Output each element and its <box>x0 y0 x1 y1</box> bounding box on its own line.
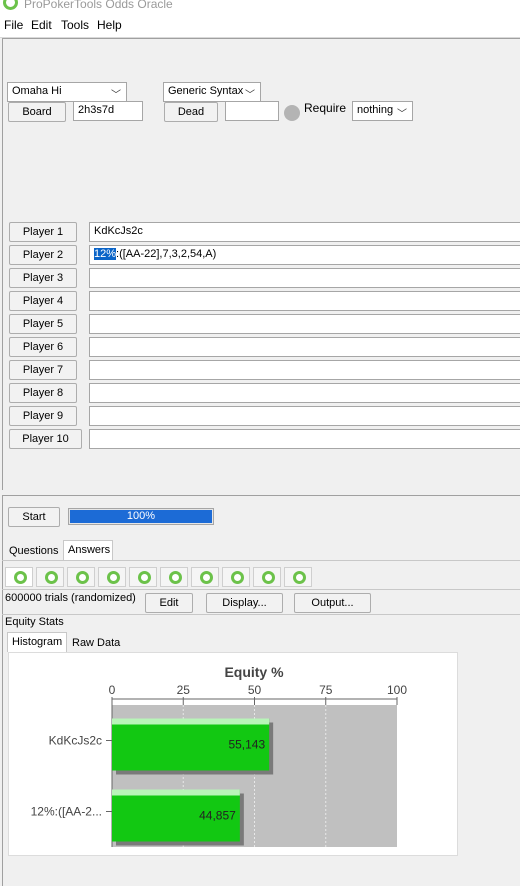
player-1-button[interactable]: Player 1 <box>9 222 77 242</box>
spade-icon <box>76 571 89 584</box>
display-button[interactable]: Display... <box>206 593 283 613</box>
spade-icon <box>138 571 151 584</box>
answer-6-button[interactable] <box>160 567 188 587</box>
category-label: 12%:([AA-2... <box>31 805 102 819</box>
board-button[interactable]: Board <box>8 102 66 122</box>
spade-icon <box>169 571 182 584</box>
player-8-button[interactable]: Player 8 <box>9 383 77 403</box>
spade-icon <box>262 571 275 584</box>
title-bar: ProPokerTools Odds Oracle <box>0 0 520 14</box>
answer-3-button[interactable] <box>67 567 95 587</box>
tab-divider <box>2 560 520 561</box>
answer-10-button[interactable] <box>284 567 312 587</box>
category-label: KdKcJs2c <box>49 734 102 748</box>
player-2-text: :([AA-22],7,3,2,54,A) <box>116 248 217 260</box>
player-2-selected-text: 12% <box>94 248 117 260</box>
output-button[interactable]: Output... <box>294 593 371 613</box>
player-4-button[interactable]: Player 4 <box>9 291 77 311</box>
x-tick-label: 100 <box>387 683 407 697</box>
edit-button[interactable]: Edit <box>145 593 193 613</box>
subtab-raw-data[interactable]: Raw Data <box>68 634 124 654</box>
spade-icon <box>231 571 244 584</box>
x-tick-label: 75 <box>319 683 333 697</box>
bar-highlight <box>112 789 240 796</box>
player-10-input[interactable] <box>89 429 520 449</box>
menu-help[interactable]: Help <box>97 18 122 32</box>
window-title: ProPokerTools Odds Oracle <box>24 0 173 11</box>
player-2-button[interactable]: Player 2 <box>9 245 77 265</box>
menu-file[interactable]: File <box>4 18 23 32</box>
tab-questions[interactable]: Questions <box>5 542 63 562</box>
bar-value-label: 44,857 <box>199 809 236 823</box>
answer-5-button[interactable] <box>129 567 157 587</box>
trials-text: 600000 trials (randomized) <box>5 592 136 604</box>
subtab-histogram[interactable]: Histogram <box>7 632 67 652</box>
equity-stats-label: Equity Stats <box>5 616 64 628</box>
player-6-input[interactable] <box>89 337 520 357</box>
player-7-button[interactable]: Player 7 <box>9 360 77 380</box>
x-tick-label: 25 <box>177 683 191 697</box>
player-5-button[interactable]: Player 5 <box>9 314 77 334</box>
menu-edit[interactable]: Edit <box>31 18 52 32</box>
spade-icon <box>107 571 120 584</box>
dead-input[interactable] <box>225 101 279 121</box>
player-3-input[interactable] <box>89 268 520 288</box>
menu-bar: File Edit Tools Help <box>0 14 520 38</box>
answer-8-button[interactable] <box>222 567 250 587</box>
require-select[interactable]: nothing ﹀ <box>352 101 413 121</box>
require-label: Require <box>304 101 347 115</box>
spade-icon <box>293 571 306 584</box>
player-1-input[interactable]: KdKcJs2c <box>89 222 520 242</box>
app-logo-icon <box>3 0 18 10</box>
player-5-input[interactable] <box>89 314 520 334</box>
results-divider <box>2 614 520 615</box>
chevron-down-icon: ﹀ <box>111 90 121 101</box>
chevron-down-icon: ﹀ <box>397 109 407 120</box>
board-input[interactable]: 2h3s7d <box>73 101 143 121</box>
spade-icon <box>45 571 58 584</box>
player-9-input[interactable] <box>89 406 520 426</box>
progress-text: 100% <box>126 510 156 522</box>
player-6-button[interactable]: Player 6 <box>9 337 77 357</box>
progress-bar: 100% <box>68 508 214 525</box>
x-tick-label: 0 <box>109 683 116 697</box>
answer-4-button[interactable] <box>98 567 126 587</box>
chevron-down-icon: ﹀ <box>245 90 255 101</box>
toolbar-divider <box>2 589 520 590</box>
bar-highlight <box>112 718 270 725</box>
player-8-input[interactable] <box>89 383 520 403</box>
chart-title: Equity % <box>224 664 284 680</box>
answer-9-button[interactable] <box>253 567 281 587</box>
require-toggle[interactable] <box>284 105 300 121</box>
player-4-input[interactable] <box>89 291 520 311</box>
bar-value-label: 55,143 <box>228 738 265 752</box>
player-3-button[interactable]: Player 3 <box>9 268 77 288</box>
equity-chart-area: Equity % 0 25 50 75 100 55,143 KdKcJs2c 44,857 12… <box>8 652 458 856</box>
player-7-input[interactable] <box>89 360 520 380</box>
start-button[interactable]: Start <box>8 507 60 527</box>
dead-button[interactable]: Dead <box>164 102 218 122</box>
require-select-value: nothing <box>357 104 394 116</box>
player-9-button[interactable]: Player 9 <box>9 406 77 426</box>
game-select[interactable]: Omaha Hi ﹀ <box>7 82 127 102</box>
x-tick-label: 50 <box>248 683 262 697</box>
menu-tools[interactable]: Tools <box>61 18 89 32</box>
answer-1-button[interactable] <box>5 567 33 587</box>
answer-7-button[interactable] <box>191 567 219 587</box>
answer-2-button[interactable] <box>36 567 64 587</box>
tab-answers[interactable]: Answers <box>63 540 113 560</box>
syntax-select[interactable]: Generic Syntax ﹀ <box>163 82 261 102</box>
player-2-input[interactable]: 12%:([AA-22],7,3,2,54,A) <box>89 245 520 265</box>
spade-icon <box>14 571 27 584</box>
spade-icon <box>200 571 213 584</box>
syntax-select-value: Generic Syntax <box>168 85 244 97</box>
player-10-button[interactable]: Player 10 <box>9 429 82 449</box>
game-select-value: Omaha Hi <box>12 85 62 97</box>
equity-histogram: Equity % 0 25 50 75 100 55,143 KdKcJs2c 44,857 12… <box>31 664 407 847</box>
